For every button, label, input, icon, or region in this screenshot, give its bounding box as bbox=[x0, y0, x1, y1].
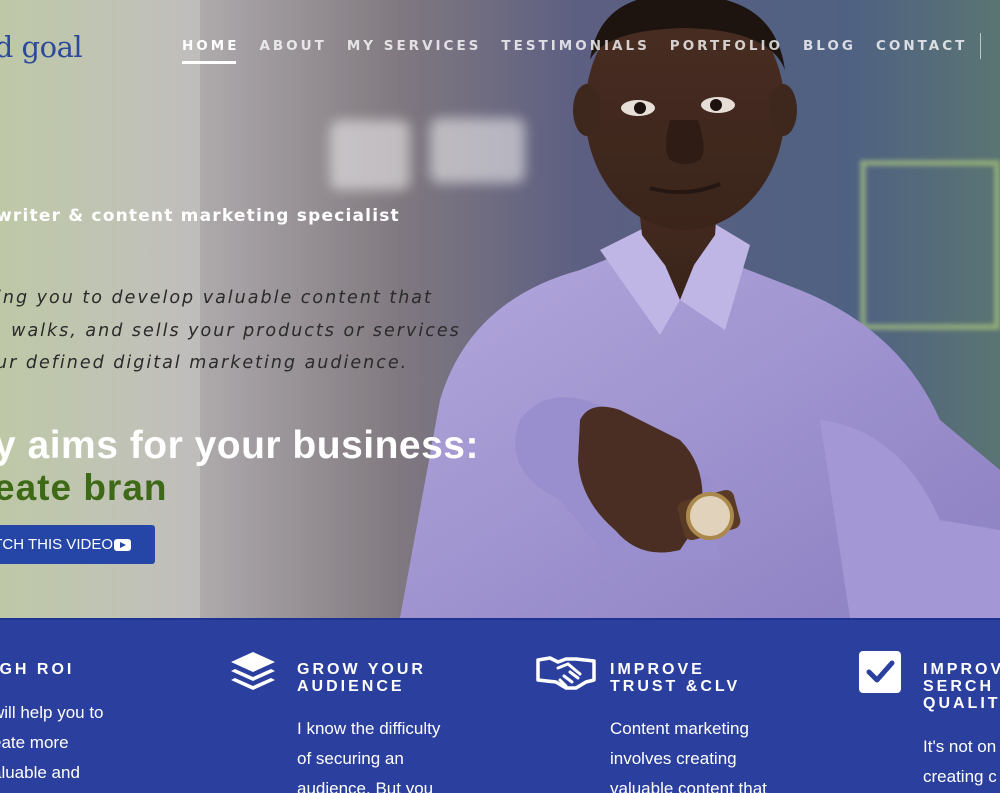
feature-title-line: GROW YOUR bbox=[297, 661, 426, 678]
site-logo[interactable]: id goal bbox=[0, 30, 83, 64]
feature-body-line: I know the difficulty bbox=[297, 719, 441, 738]
main-nav: HOME ABOUT MY SERVICES TESTIMONIALS PORT… bbox=[182, 38, 987, 64]
feature-body: I know the difficulty of securing an aud… bbox=[297, 714, 440, 793]
feature-body: Content marketing involves creating valu… bbox=[610, 714, 767, 793]
feature-improve-trust: IMPROVE TRUST &CLV Content marketing inv… bbox=[530, 620, 850, 793]
feature-title: IMPROV SERCH QUALIT bbox=[923, 661, 1000, 712]
aims-heading: y aims for your business: bbox=[0, 424, 479, 467]
feature-body-line: will help you to bbox=[0, 703, 104, 722]
aims-rotating-text: eate bran bbox=[0, 467, 168, 508]
feature-title-line: IMPROVE bbox=[610, 661, 705, 678]
layers-icon bbox=[231, 652, 275, 690]
feature-body: It's not on creating c bbox=[923, 732, 997, 792]
hero-section: id goal HOME ABOUT MY SERVICES TESTIMONI… bbox=[0, 0, 1000, 618]
feature-improve-search: IMPROV SERCH QUALIT It's not on creating… bbox=[858, 620, 1000, 793]
feature-body-line: eate more bbox=[0, 733, 69, 752]
feature-body-line: involves creating bbox=[610, 749, 737, 768]
feature-title-line: SERCH bbox=[923, 678, 995, 695]
nav-item-portfolio[interactable]: PORTFOLIO bbox=[670, 38, 783, 64]
feature-title-line: AUDIENCE bbox=[297, 678, 405, 695]
hero-intro: ing you to develop valuable content that… bbox=[0, 282, 516, 380]
nav-item-home[interactable]: HOME bbox=[182, 38, 239, 64]
feature-title-line: TRUST &CLV bbox=[610, 678, 741, 695]
nav-item-blog[interactable]: BLOG bbox=[803, 38, 856, 64]
feature-body-line: valuable content that bbox=[610, 779, 767, 793]
feature-body-line: aluable and bbox=[0, 763, 80, 782]
watch-video-label: TCH THIS VIDEO bbox=[0, 536, 113, 553]
feature-body-line: of securing an bbox=[297, 749, 404, 768]
nav-item-about[interactable]: ABOUT bbox=[259, 38, 326, 64]
handshake-icon bbox=[536, 656, 596, 690]
feature-grow-audience: GROW YOUR AUDIENCE I know the difficulty… bbox=[220, 620, 520, 793]
feature-body-line: audience. But you bbox=[297, 779, 434, 793]
nav-item-my-services[interactable]: MY SERVICES bbox=[347, 38, 482, 64]
feature-high-roi: IGH ROI will help you to eate more aluab… bbox=[0, 620, 220, 793]
feature-body-line: It's not on bbox=[923, 737, 997, 756]
hero-intro-line: ing you to develop valuable content that bbox=[0, 288, 433, 308]
nav-item-contact[interactable]: CONTACT bbox=[876, 38, 967, 64]
feature-body-line: creating c bbox=[923, 767, 997, 786]
hero-tagline: writer & content marketing specialist bbox=[0, 206, 400, 226]
feature-title: IGH ROI bbox=[0, 661, 75, 678]
feature-title-line: IMPROV bbox=[923, 661, 1000, 678]
checkbox-icon bbox=[859, 651, 901, 693]
feature-title: IMPROVE TRUST &CLV bbox=[610, 661, 740, 695]
watch-video-button[interactable]: TCH THIS VIDEO bbox=[0, 525, 155, 564]
nav-item-testimonials[interactable]: TESTIMONIALS bbox=[501, 38, 649, 64]
nav-divider bbox=[980, 33, 981, 59]
feature-body: will help you to eate more aluable and bbox=[0, 698, 104, 788]
features-band: IGH ROI will help you to eate more aluab… bbox=[0, 618, 1000, 793]
hero-intro-line: ur defined digital marketing audience. bbox=[0, 353, 409, 373]
feature-title: GROW YOUR AUDIENCE bbox=[297, 661, 426, 695]
youtube-play-icon bbox=[114, 538, 131, 551]
hero-intro-line: , walks, and sells your products or serv… bbox=[0, 320, 461, 341]
feature-body-line: Content marketing bbox=[610, 719, 749, 738]
feature-title-line: QUALIT bbox=[923, 695, 1000, 712]
